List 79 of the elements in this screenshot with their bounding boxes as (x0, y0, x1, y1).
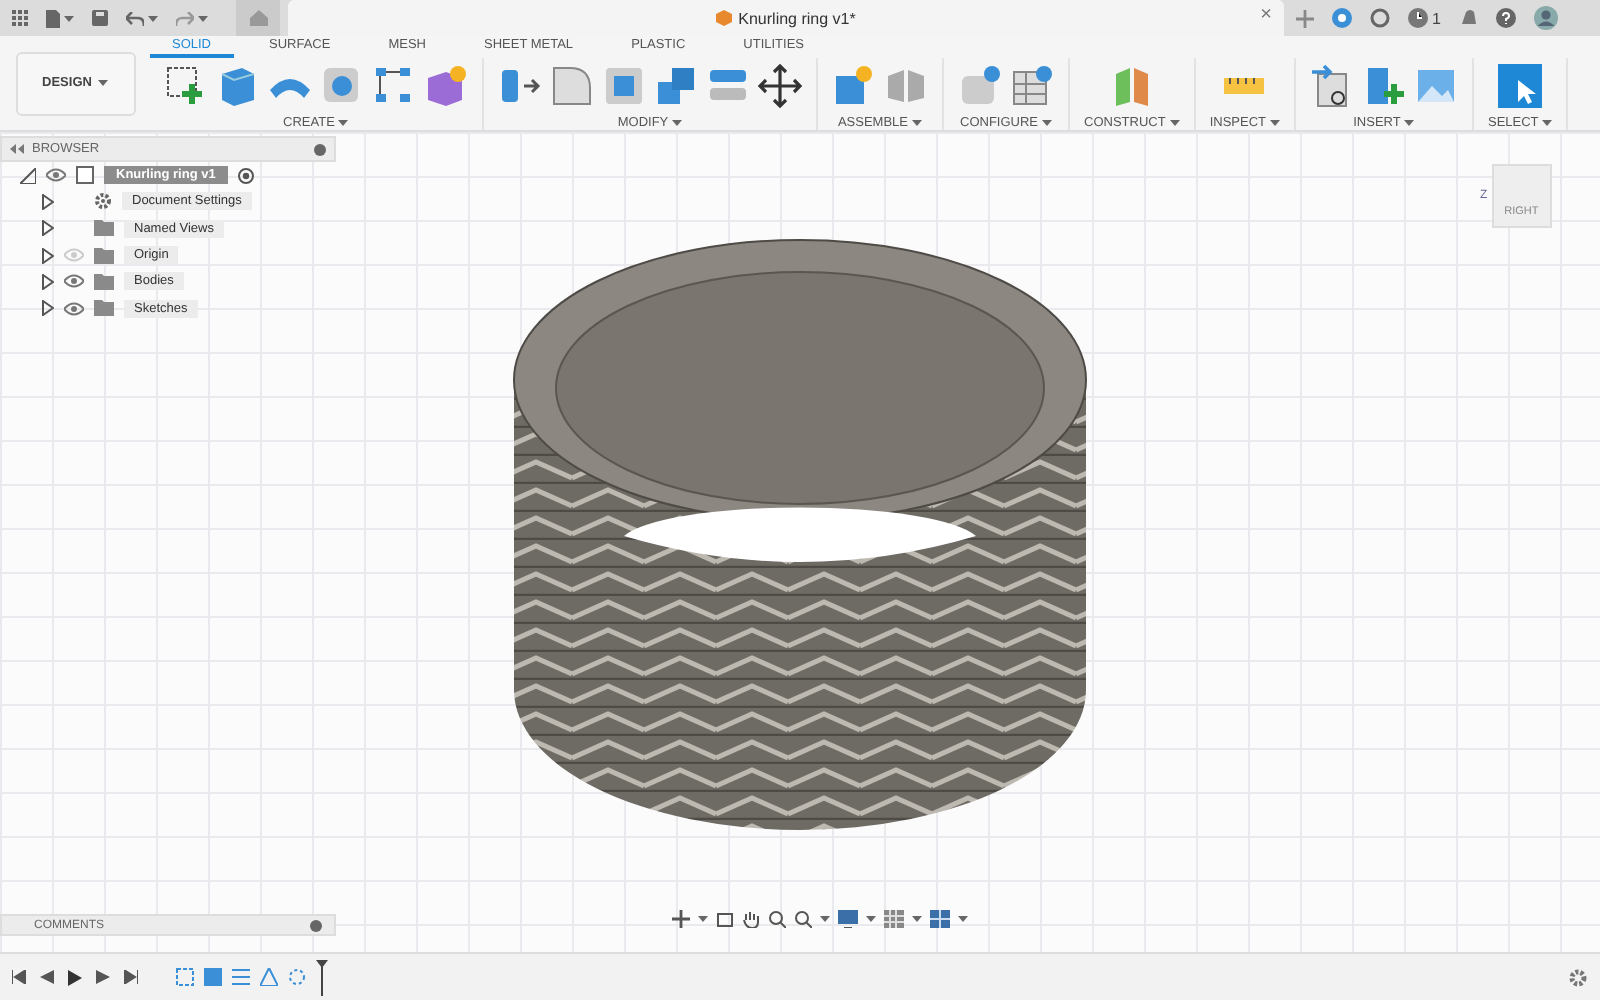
combine-icon[interactable] (654, 64, 698, 108)
viewports-icon[interactable] (930, 910, 950, 928)
select-icon[interactable] (1498, 64, 1543, 108)
caret-icon[interactable] (912, 916, 922, 922)
caret-icon[interactable] (912, 120, 923, 126)
sync-icon[interactable] (1332, 8, 1352, 28)
caret-icon[interactable] (958, 916, 968, 922)
star-cube-icon[interactable] (424, 64, 468, 108)
collapse-icon[interactable] (20, 167, 36, 184)
eye-icon[interactable] (64, 301, 84, 316)
look-at-icon[interactable] (716, 910, 734, 928)
apps-grid-icon[interactable] (12, 10, 28, 26)
sketch-feature-icon[interactable] (176, 968, 194, 986)
caret-icon[interactable] (1542, 120, 1553, 126)
caret-icon[interactable] (1169, 120, 1180, 126)
expand-icon[interactable] (42, 300, 54, 317)
help-icon[interactable] (1496, 8, 1517, 28)
panel-pin-icon[interactable] (314, 143, 326, 155)
expand-icon[interactable] (42, 193, 54, 210)
document-title: Knurling ring v1* (738, 9, 856, 27)
sketch-plus-icon[interactable] (164, 64, 208, 108)
zoom-icon[interactable] (768, 910, 786, 928)
go-to-start-icon[interactable] (12, 970, 26, 984)
pattern-feature-icon[interactable] (232, 968, 250, 986)
fillet-icon[interactable] (550, 64, 594, 108)
plane-feature-icon[interactable] (260, 968, 278, 986)
save-icon[interactable] (92, 10, 108, 26)
box-icon[interactable] (216, 64, 260, 108)
hole-icon[interactable] (320, 64, 364, 108)
play-icon[interactable] (68, 969, 82, 985)
fit-zoom-icon[interactable] (794, 910, 812, 928)
go-to-end-icon[interactable] (124, 970, 138, 984)
expand-icon[interactable] (42, 220, 54, 237)
display-icon[interactable] (838, 910, 858, 928)
pattern-points-icon[interactable] (288, 968, 306, 986)
caret-icon[interactable] (198, 15, 208, 21)
caret-icon[interactable] (97, 80, 108, 86)
new-tab-icon[interactable] (1296, 9, 1314, 27)
file-icon[interactable] (46, 9, 60, 27)
shell-icon[interactable] (602, 64, 646, 108)
timeline-marker-icon[interactable] (316, 959, 328, 995)
caret-icon[interactable] (672, 120, 683, 126)
component-icon[interactable] (76, 166, 94, 185)
caret-icon[interactable] (1269, 120, 1280, 126)
caret-icon[interactable] (820, 916, 830, 922)
caret-icon[interactable] (148, 15, 158, 21)
expand-icon[interactable] (42, 247, 54, 264)
new-component-icon[interactable] (832, 64, 876, 108)
panel-pin-icon[interactable] (310, 919, 322, 931)
activate-radio-icon[interactable] (237, 167, 254, 184)
pattern-icon[interactable] (372, 64, 416, 108)
caret-icon[interactable] (338, 120, 349, 126)
settings-icon[interactable] (1568, 967, 1588, 987)
step-back-icon[interactable] (40, 970, 54, 984)
press-pull-icon[interactable] (498, 64, 542, 108)
eye-icon[interactable] (46, 168, 66, 183)
caret-icon[interactable] (698, 916, 708, 922)
caret-icon[interactable] (1404, 120, 1415, 126)
caret-icon[interactable] (64, 15, 74, 21)
bell-icon[interactable] (1458, 8, 1479, 28)
move-icon[interactable] (758, 64, 802, 108)
orbit-icon[interactable] (672, 910, 690, 928)
close-tab-button[interactable]: × (1260, 6, 1272, 26)
notification-count: 1 (1432, 9, 1441, 27)
expand-icon[interactable] (42, 273, 54, 290)
step-forward-icon[interactable] (96, 970, 110, 984)
grid-icon[interactable] (884, 910, 904, 928)
undo-icon[interactable] (126, 11, 144, 25)
gear-icon[interactable] (94, 192, 112, 211)
caret-icon[interactable] (1042, 120, 1052, 126)
clock-icon[interactable] (1408, 8, 1428, 28)
avatar-icon[interactable] (1534, 6, 1559, 30)
configure-table-icon[interactable] (1010, 64, 1054, 108)
pan-hand-icon[interactable] (742, 910, 760, 928)
cube-icon (716, 10, 733, 26)
caret-icon[interactable] (866, 916, 876, 922)
collapse-panel-icon[interactable] (10, 144, 24, 154)
eye-icon[interactable] (64, 274, 84, 289)
configure-icon[interactable] (958, 64, 1002, 108)
